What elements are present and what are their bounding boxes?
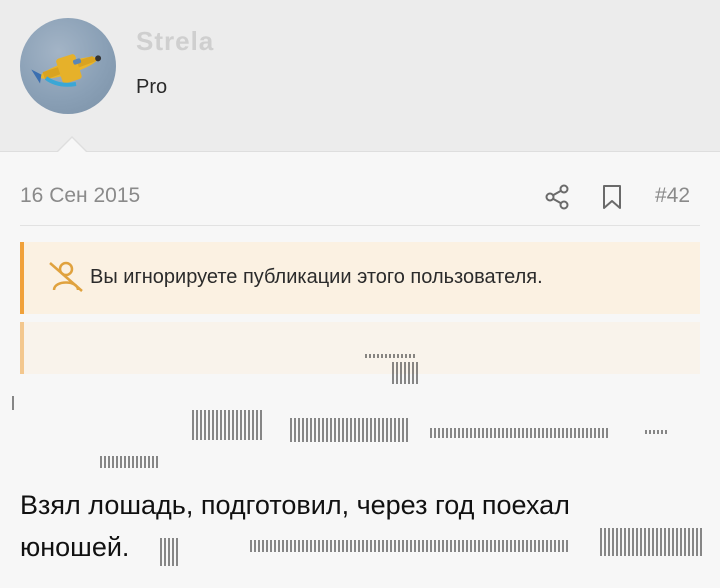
share-icon[interactable] (544, 184, 570, 210)
avatar[interactable] (20, 18, 116, 114)
render-artifact (430, 428, 610, 438)
render-artifact (250, 540, 570, 552)
pointer (58, 138, 86, 152)
user-title: Pro (136, 76, 168, 98)
ignore-notice-text: Вы игнорируете публикации этого пользова… (90, 266, 543, 288)
post-number-link[interactable]: #42 (655, 184, 690, 208)
render-artifact (392, 362, 420, 384)
render-artifact (160, 538, 180, 566)
bookmark-icon[interactable] (600, 184, 624, 210)
render-artifact (12, 396, 16, 410)
ignore-notice: Вы игнорируете публикации этого пользова… (20, 242, 700, 314)
render-artifact (600, 528, 704, 556)
post-body-line: Взял лошадь, подготовил, через год поеха… (20, 490, 570, 520)
muted-user-icon (49, 261, 83, 292)
render-artifact (365, 354, 417, 358)
render-artifact (100, 456, 160, 468)
render-artifact (192, 410, 262, 440)
username[interactable]: Strela (136, 26, 214, 57)
divider (20, 225, 700, 226)
render-artifact (645, 430, 669, 434)
airplane-avatar-icon (31, 54, 102, 87)
render-artifact (290, 418, 410, 442)
quote-block (20, 322, 700, 374)
user-header: Strela Pro (0, 0, 720, 152)
post-date[interactable]: 16 Сен 2015 (20, 184, 140, 208)
